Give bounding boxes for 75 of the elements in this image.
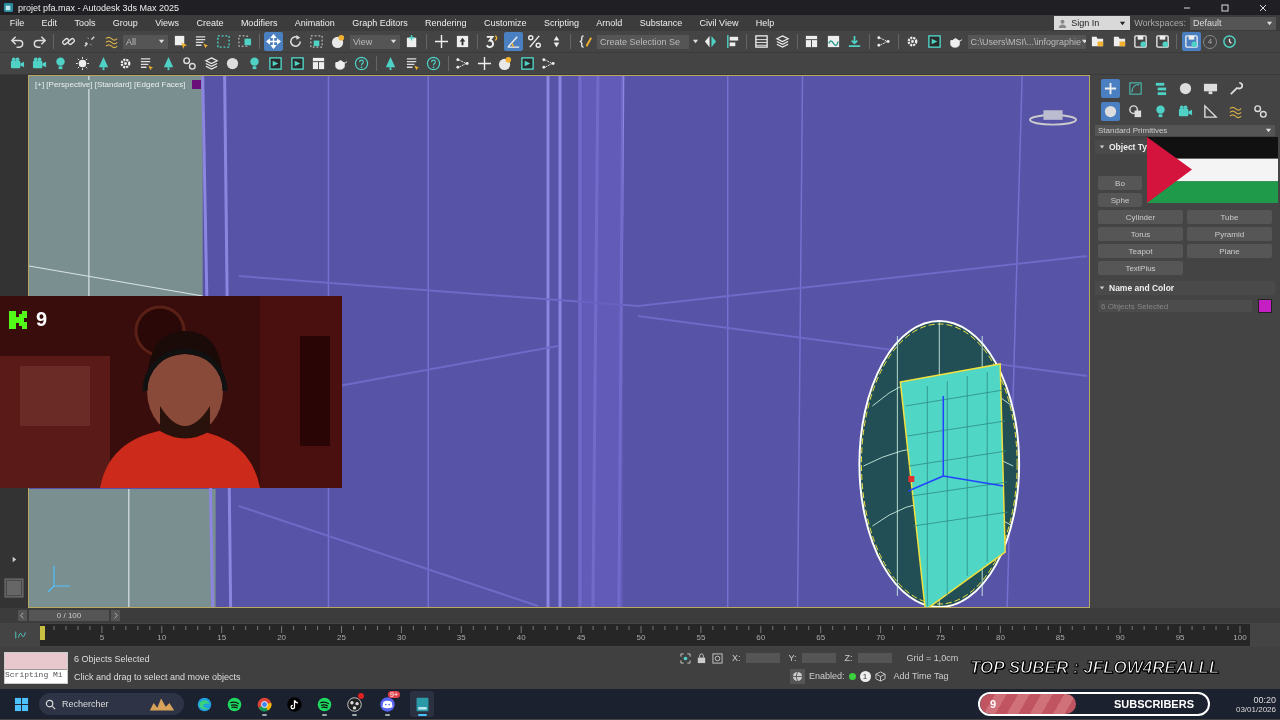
search-bar[interactable]: Rechercher (39, 693, 184, 715)
menu-item[interactable]: File (1, 18, 33, 28)
frame-number: 50 (636, 633, 646, 643)
add-time-tag-button[interactable]: Add Time Tag (893, 671, 949, 681)
subscriber-count: 9 (990, 698, 997, 710)
time-tag-count: 1 (859, 670, 871, 682)
primitive-button[interactable]: Sphe (1098, 193, 1142, 207)
named-selection-field[interactable]: Create Selection Se (597, 34, 689, 49)
frame-number: 90 (1115, 633, 1125, 643)
menu-item[interactable]: Group (104, 18, 147, 28)
primitive-button[interactable]: Cylinder (1098, 210, 1183, 224)
clock-time: 00:20 (1253, 694, 1276, 705)
time-slider-thumb[interactable]: 0 / 100 (29, 610, 109, 621)
menu-item[interactable]: Edit (32, 18, 66, 28)
selection-status: 6 Objects Selected (74, 654, 151, 664)
menu-item[interactable]: Arnold (587, 18, 631, 28)
grid-size: Grid = 1,0cm (906, 653, 959, 663)
enabled-label: Enabled: (809, 671, 845, 681)
menu-item[interactable]: Civil View (690, 18, 748, 28)
x-label: X: (732, 653, 741, 663)
rollout-header[interactable]: Name and Color (1095, 281, 1275, 295)
primitive-button[interactable]: Pyramid (1187, 227, 1272, 241)
menu-item[interactable]: Help (747, 18, 783, 28)
z-label: Z: (844, 653, 853, 663)
frame-number: 100 (1233, 633, 1247, 643)
top-subscriber-text: TOP SUBER : JFLOW4REALLL (970, 658, 1220, 678)
project-path-dropdown[interactable]: C:\Users\MSI\...\infographie (967, 34, 1086, 49)
frame-number: 25 (337, 633, 346, 643)
workspace-dropdown[interactable]: Default (1190, 16, 1276, 30)
menu-item[interactable]: Modifiers (232, 18, 287, 28)
rollout-header[interactable]: Object Ty (1095, 140, 1149, 154)
search-field[interactable]: Rechercher (62, 699, 142, 709)
selection-filter-dropdown[interactable]: All (123, 34, 168, 49)
menu-item[interactable]: Graph Editors (343, 18, 417, 28)
subscriber-label: SUBSCRIBERS (1113, 698, 1194, 710)
frame-number: 35 (456, 633, 466, 643)
menu-item[interactable]: Animation (286, 18, 344, 28)
frame-number: 55 (696, 633, 706, 643)
follower-count: 9 (36, 308, 48, 331)
frame-number: 65 (816, 633, 826, 643)
coordinate-system-dropdown[interactable]: View (350, 34, 400, 49)
frame-number: 75 (936, 633, 945, 643)
primitive-button[interactable]: Bo (1098, 176, 1142, 190)
frame-number: 70 (876, 633, 886, 643)
prompt-text: Click and drag to select and move objects (74, 672, 242, 682)
workspaces-label: Workspaces: (1134, 18, 1186, 28)
frame-number: 40 (516, 633, 526, 643)
frame-number: 30 (396, 633, 406, 643)
window-title: projet pfa.max - Autodesk 3ds Max 2025 (18, 2, 180, 13)
menu-item[interactable]: Views (146, 18, 188, 28)
menu-item[interactable]: Rendering (416, 18, 476, 28)
y-label: Y: (788, 653, 797, 663)
menu-item[interactable]: Customize (475, 18, 536, 28)
frame-number: 15 (217, 633, 227, 643)
frame-number: 10 (157, 633, 167, 643)
script-listener[interactable]: Scripting Mi (4, 652, 68, 684)
primitive-button[interactable]: Tube (1187, 210, 1272, 224)
frame-number: 5 (99, 633, 105, 643)
menu-item[interactable]: Substance (630, 18, 691, 28)
frame-number: 95 (1175, 633, 1185, 643)
primitive-button[interactable]: Teapot (1098, 244, 1183, 258)
primitive-button[interactable]: Plane (1187, 244, 1272, 258)
frame-number: 85 (1055, 633, 1065, 643)
frame-number: 20 (277, 633, 287, 643)
category-dropdown[interactable]: Standard Primitives (1095, 125, 1275, 136)
frame-number: 60 (756, 633, 766, 643)
menu-item[interactable]: Scripting (535, 18, 588, 28)
sign-in-dropdown[interactable]: Sign In (1054, 16, 1131, 30)
menu-item[interactable]: Tools (65, 18, 105, 28)
primitive-button[interactable]: Torus (1098, 227, 1183, 241)
frame-number: 45 (576, 633, 586, 643)
menu-item[interactable]: Create (187, 18, 233, 28)
clock-date: 03/01/2026 (1235, 704, 1276, 714)
primitive-button[interactable]: TextPlus (1098, 261, 1183, 275)
frame-number: 80 (995, 633, 1005, 643)
